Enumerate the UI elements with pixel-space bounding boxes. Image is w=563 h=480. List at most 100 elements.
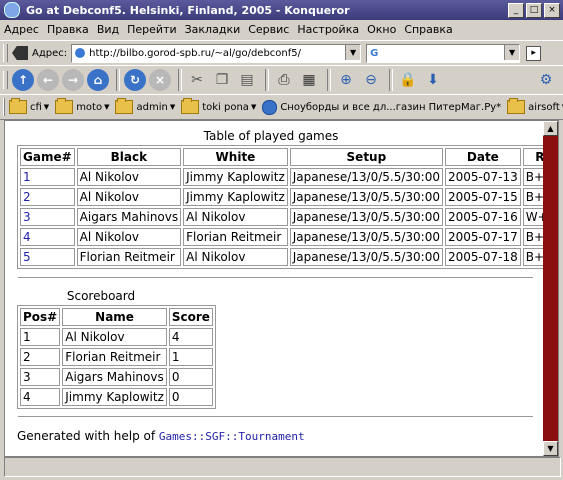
table-row: 3 Aigars Mahinovs 0 xyxy=(20,368,213,386)
folder-icon xyxy=(181,98,200,114)
col-header-name: Name xyxy=(62,308,167,326)
menu-view[interactable]: Вид xyxy=(93,23,123,36)
bookmark-folder-toki-pona[interactable]: toki pona ▼ xyxy=(181,98,257,114)
games-table-caption: Table of played games xyxy=(203,129,339,143)
toolbar-grip[interactable] xyxy=(3,71,8,89)
game-number: 5 xyxy=(20,248,75,266)
scroll-down-arrow[interactable]: ▼ xyxy=(543,441,558,456)
black-player: Al Nikolov xyxy=(76,188,182,206)
location-label: Адрес: xyxy=(32,47,68,59)
setup: Japanese/13/0/5.5/30:00 xyxy=(289,168,443,186)
table-row: 1 Al Nikolov Jimmy Kaplowitz Japanese/13… xyxy=(20,168,558,186)
setup: Japanese/13/0/5.5/30:00 xyxy=(289,188,443,206)
search-input[interactable]: G ▼ xyxy=(366,43,521,63)
url-input[interactable]: http://bilbo.gorod-spb.ru/~al/go/debconf… xyxy=(71,43,362,63)
reload-icon[interactable]: ↻ xyxy=(124,69,146,91)
close-button[interactable]: × xyxy=(544,2,560,18)
back-icon[interactable]: ← xyxy=(37,69,59,91)
setup: Japanese/13/0/5.5/30:00 xyxy=(289,248,443,266)
table-row: 3 Aigars Mahinovs Al Nikolov Japanese/13… xyxy=(20,208,558,226)
black-player: Aigars Mahinovs xyxy=(76,208,182,226)
page-viewport: Table of played games Game# Black White … xyxy=(4,120,559,457)
bookmark-folder-airsoft[interactable]: airsoft▼ xyxy=(507,98,563,114)
table-row: 4 Al Nikolov Florian Reitmeir Japanese/1… xyxy=(20,228,558,246)
table-row: 2 Florian Reitmeir 1 xyxy=(20,348,213,366)
forward-icon[interactable]: → xyxy=(62,69,84,91)
title-bar: Go at Debconf5. Helsinki, Finland, 2005 … xyxy=(0,0,563,20)
position: 2 xyxy=(20,348,61,366)
menu-help[interactable]: Справка xyxy=(400,23,456,36)
table-row: 1 Al Nikolov 4 xyxy=(20,328,213,346)
security-lock-icon[interactable]: 🔒 xyxy=(397,69,419,91)
games-table: Game# Black White Setup Date Result 1 Al… xyxy=(17,145,558,269)
bookmark-folder-admin[interactable]: admin ▼ xyxy=(115,98,176,114)
bookmark-label: Сноуборды и все дл...газин ПитерМаг.Ру* xyxy=(280,101,502,113)
cut-icon[interactable]: ✂ xyxy=(186,69,208,91)
game-number: 3 xyxy=(20,208,75,226)
vertical-scrollbar[interactable]: ▲ ▼ xyxy=(543,121,558,456)
module-link[interactable]: Games::SGF::Tournament xyxy=(159,430,305,443)
konqueror-icon[interactable] xyxy=(4,2,20,18)
scroll-up-arrow[interactable]: ▲ xyxy=(543,121,558,136)
menu-settings[interactable]: Настройка xyxy=(293,23,363,36)
date: 2005-07-17 xyxy=(444,228,521,246)
scoreboard-table: Pos# Name Score 1 Al Nikolov 4 2 Florian… xyxy=(17,305,216,409)
position: 3 xyxy=(20,368,61,386)
copy-icon[interactable]: ❐ xyxy=(211,69,233,91)
folder-icon xyxy=(9,98,27,114)
go-icon[interactable]: ▸ xyxy=(526,45,542,61)
game-number: 4 xyxy=(20,228,75,246)
menu-bar: Адрес Правка Вид Перейти Закладки Сервис… xyxy=(0,20,563,38)
zoom-in-icon[interactable]: ⊕ xyxy=(335,69,357,91)
search-dropdown[interactable]: ▼ xyxy=(504,44,520,60)
chevron-down-icon: ▼ xyxy=(250,103,257,111)
chevron-down-icon: ▼ xyxy=(43,103,50,111)
col-header-game: Game# xyxy=(20,148,75,166)
chevron-down-icon: ▼ xyxy=(169,103,176,111)
print-frame-icon[interactable]: ▦ xyxy=(298,69,320,91)
player-name: Aigars Mahinovs xyxy=(62,368,167,386)
maximize-button[interactable]: □ xyxy=(526,2,542,18)
bookmark-label: moto xyxy=(76,101,103,113)
menu-window[interactable]: Окно xyxy=(363,23,400,36)
download-icon[interactable]: ⬇ xyxy=(422,69,444,91)
menu-bookmarks[interactable]: Закладки xyxy=(181,23,245,36)
minimize-button[interactable]: _ xyxy=(508,2,524,18)
toolbar-grip[interactable] xyxy=(3,98,5,116)
col-header-setup: Setup xyxy=(289,148,443,166)
folder-icon xyxy=(55,98,74,114)
clear-location-icon[interactable] xyxy=(12,46,28,60)
setup: Japanese/13/0/5.5/30:00 xyxy=(289,228,443,246)
game-link[interactable]: 1 xyxy=(23,170,31,184)
game-link[interactable]: 3 xyxy=(23,210,31,224)
game-link[interactable]: 5 xyxy=(23,250,31,264)
game-link[interactable]: 4 xyxy=(23,230,31,244)
game-link[interactable]: 2 xyxy=(23,190,31,204)
black-player: Florian Reitmeir xyxy=(76,248,182,266)
konqueror-gear-icon[interactable]: ⚙ xyxy=(535,69,557,91)
bookmark-folder-moto[interactable]: moto ▼ xyxy=(55,98,109,114)
search-engine-icon[interactable]: G xyxy=(370,48,378,59)
table-header-row: Game# Black White Setup Date Result xyxy=(20,148,558,166)
zoom-out-icon[interactable]: ⊖ xyxy=(360,69,382,91)
bookmark-toolbar: cfi ▼ moto ▼ admin ▼ toki pona ▼ Сноуборды и… xyxy=(0,94,563,120)
home-icon[interactable]: ⌂ xyxy=(87,69,109,91)
print-icon[interactable]: ⎙ xyxy=(273,69,295,91)
white-player: Florian Reitmeir xyxy=(183,228,288,246)
up-icon[interactable]: ↑ xyxy=(12,69,34,91)
white-player: Al Nikolov xyxy=(183,248,288,266)
score: 4 xyxy=(168,328,213,346)
bookmark-snowboard[interactable]: Сноуборды и все дл...газин ПитерМаг.Ру* xyxy=(262,99,502,115)
table-row: 4 Jimmy Kaplowitz 0 xyxy=(20,388,213,406)
menu-address[interactable]: Адрес xyxy=(0,23,43,36)
menu-edit[interactable]: Правка xyxy=(43,23,93,36)
bookmark-folder-cfi[interactable]: cfi ▼ xyxy=(9,98,50,114)
menu-tools[interactable]: Сервис xyxy=(244,23,293,36)
date: 2005-07-16 xyxy=(444,208,521,226)
stop-icon[interactable]: × xyxy=(149,69,171,91)
toolbar-grip[interactable] xyxy=(3,44,8,62)
url-history-dropdown[interactable]: ▼ xyxy=(345,44,361,60)
date: 2005-07-13 xyxy=(444,168,521,186)
menu-go[interactable]: Перейти xyxy=(123,23,181,36)
paste-icon[interactable]: ▤ xyxy=(236,69,258,91)
